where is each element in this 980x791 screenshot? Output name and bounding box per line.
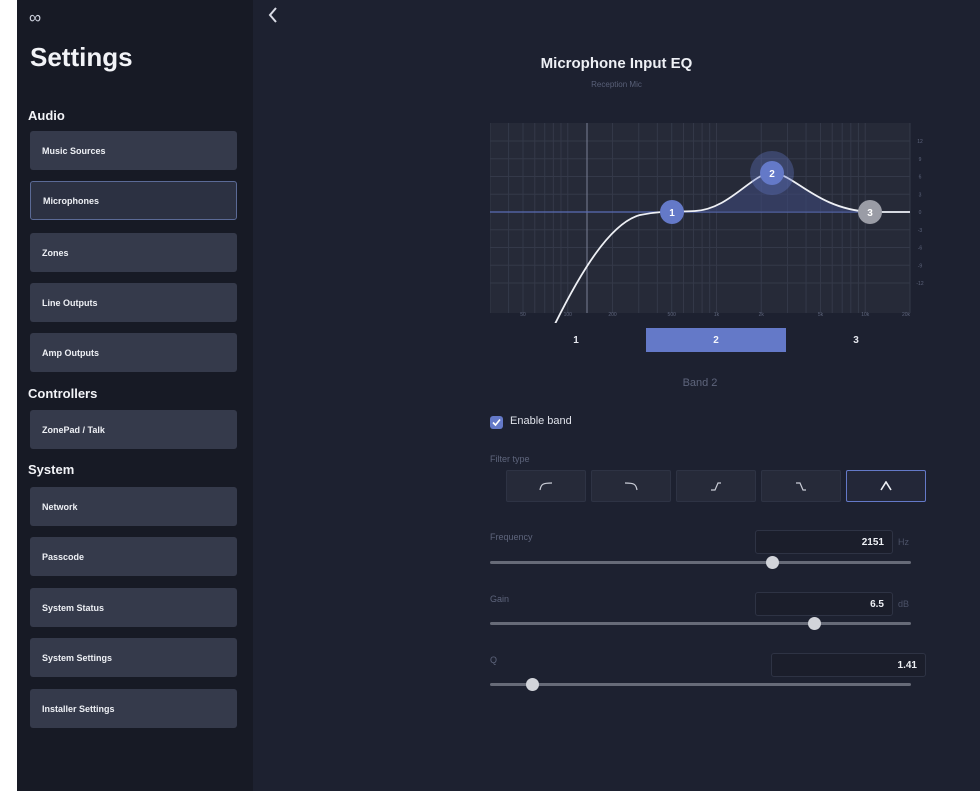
frequency-label: Frequency <box>490 532 533 542</box>
filter-high-pass-button[interactable] <box>506 470 586 502</box>
back-chevron-icon[interactable] <box>267 6 287 28</box>
eq-gain-tick-label: -3 <box>918 228 923 234</box>
filter-peak-button[interactable] <box>846 470 926 502</box>
gain-slider-thumb[interactable] <box>808 617 822 630</box>
sidebar-item-amp-outputs[interactable]: Amp Outputs <box>30 333 237 372</box>
eq-gain-tick-label: -12 <box>916 281 923 287</box>
eq-frequency-tick-label: 100 <box>564 312 573 318</box>
sidebar-item-zonepad-talk[interactable]: ZonePad / Talk <box>30 410 237 449</box>
enable-band-checkbox[interactable] <box>490 416 503 429</box>
sidebar-item-zones[interactable]: Zones <box>30 233 237 272</box>
eq-frequency-tick-label: 200 <box>608 312 617 318</box>
sidebar-title: Settings <box>30 42 133 72</box>
sidebar-item-line-outputs[interactable]: Line Outputs <box>30 283 237 322</box>
gain-label: Gain <box>490 594 510 604</box>
q-slider-thumb[interactable] <box>526 678 540 691</box>
eq-frequency-tick-label: 50 <box>520 312 526 318</box>
eq-node-3[interactable]: 3 <box>858 200 882 224</box>
eq-gain-tick-label: 9 <box>919 157 922 163</box>
page-title: Microphone Input EQ <box>540 55 693 72</box>
eq-node-1-label: 1 <box>669 208 675 219</box>
section-label-audio: Audio <box>28 108 65 123</box>
eq-frequency-tick-label: 1k <box>714 312 720 318</box>
high-shelf-icon <box>796 482 806 491</box>
band-heading: Band 2 <box>682 377 718 389</box>
q-input[interactable]: 1.41 <box>771 653 926 677</box>
eq-frequency-tick-label: 10k <box>861 312 870 318</box>
eq-node-2[interactable]: 2 <box>750 151 794 195</box>
app-frame: ∞ Settings Audio Music Sources Microphon… <box>17 0 980 791</box>
logo-icon: ∞ <box>29 8 41 27</box>
section-label-controllers: Controllers <box>28 386 98 401</box>
frequency-input[interactable]: 2151 <box>755 530 893 554</box>
eq-gain-tick-label: 6 <box>919 175 922 181</box>
peak-icon <box>880 481 892 491</box>
band-tab-2[interactable]: 2 <box>646 328 786 352</box>
eq-frequency-tick-label: 20k <box>902 312 911 318</box>
sidebar-item-passcode[interactable]: Passcode <box>30 537 237 576</box>
page-subtitle: Reception Mic <box>591 80 642 89</box>
section-label-system: System <box>28 462 75 477</box>
main-panel: Microphone Input EQ Reception Mic 12 9 6 3 0… <box>253 0 980 791</box>
q-slider[interactable] <box>490 678 911 691</box>
eq-node-1[interactable]: 1 <box>660 200 684 224</box>
gain-input[interactable]: 6.5 <box>755 592 893 616</box>
enable-band-label: Enable band <box>510 415 572 427</box>
gain-slider[interactable] <box>490 617 911 630</box>
eq-gain-tick-label: 12 <box>917 139 923 145</box>
frequency-unit: Hz <box>898 537 909 547</box>
low-shelf-icon <box>711 482 721 491</box>
checkmark-icon <box>492 418 501 427</box>
sidebar-item-installer-settings[interactable]: Installer Settings <box>30 689 237 728</box>
band-tab-1[interactable]: 1 <box>506 328 646 352</box>
eq-frequency-tick-label: 2k <box>759 312 765 318</box>
eq-gain-tick-label: -6 <box>918 246 923 252</box>
sidebar-item-network[interactable]: Network <box>30 487 237 526</box>
filter-low-shelf-button[interactable] <box>676 470 756 502</box>
sidebar-item-microphones[interactable]: Microphones <box>30 181 237 220</box>
filter-high-shelf-button[interactable] <box>761 470 841 502</box>
eq-frequency-tick-label: 5k <box>818 312 824 318</box>
band-tab-3[interactable]: 3 <box>786 328 926 352</box>
eq-gain-tick-label: 3 <box>919 192 922 198</box>
sidebar-item-music-sources[interactable]: Music Sources <box>30 131 237 170</box>
filter-low-pass-button[interactable] <box>591 470 671 502</box>
q-label: Q <box>490 655 498 665</box>
sidebar-item-system-settings[interactable]: System Settings <box>30 638 237 677</box>
eq-node-3-label: 3 <box>867 208 873 219</box>
eq-response-graph[interactable]: 129630-3-6-9-12 50 100 200 500 1k 2k 5k 10k 20k … <box>490 123 930 323</box>
frequency-slider[interactable] <box>490 556 911 569</box>
eq-gain-tick-label: -9 <box>918 263 923 269</box>
eq-node-2-label: 2 <box>769 169 775 180</box>
sidebar: ∞ Settings Audio Music Sources Microphon… <box>17 0 253 791</box>
high-pass-icon <box>539 482 553 491</box>
low-pass-icon <box>624 482 638 491</box>
gain-unit: dB <box>898 599 910 609</box>
frequency-slider-thumb[interactable] <box>766 556 780 569</box>
eq-frequency-tick-label: 500 <box>668 312 677 318</box>
filter-type-label: Filter type <box>490 454 530 464</box>
sidebar-item-system-status[interactable]: System Status <box>30 588 237 627</box>
eq-gain-tick-label: 0 <box>919 210 922 216</box>
